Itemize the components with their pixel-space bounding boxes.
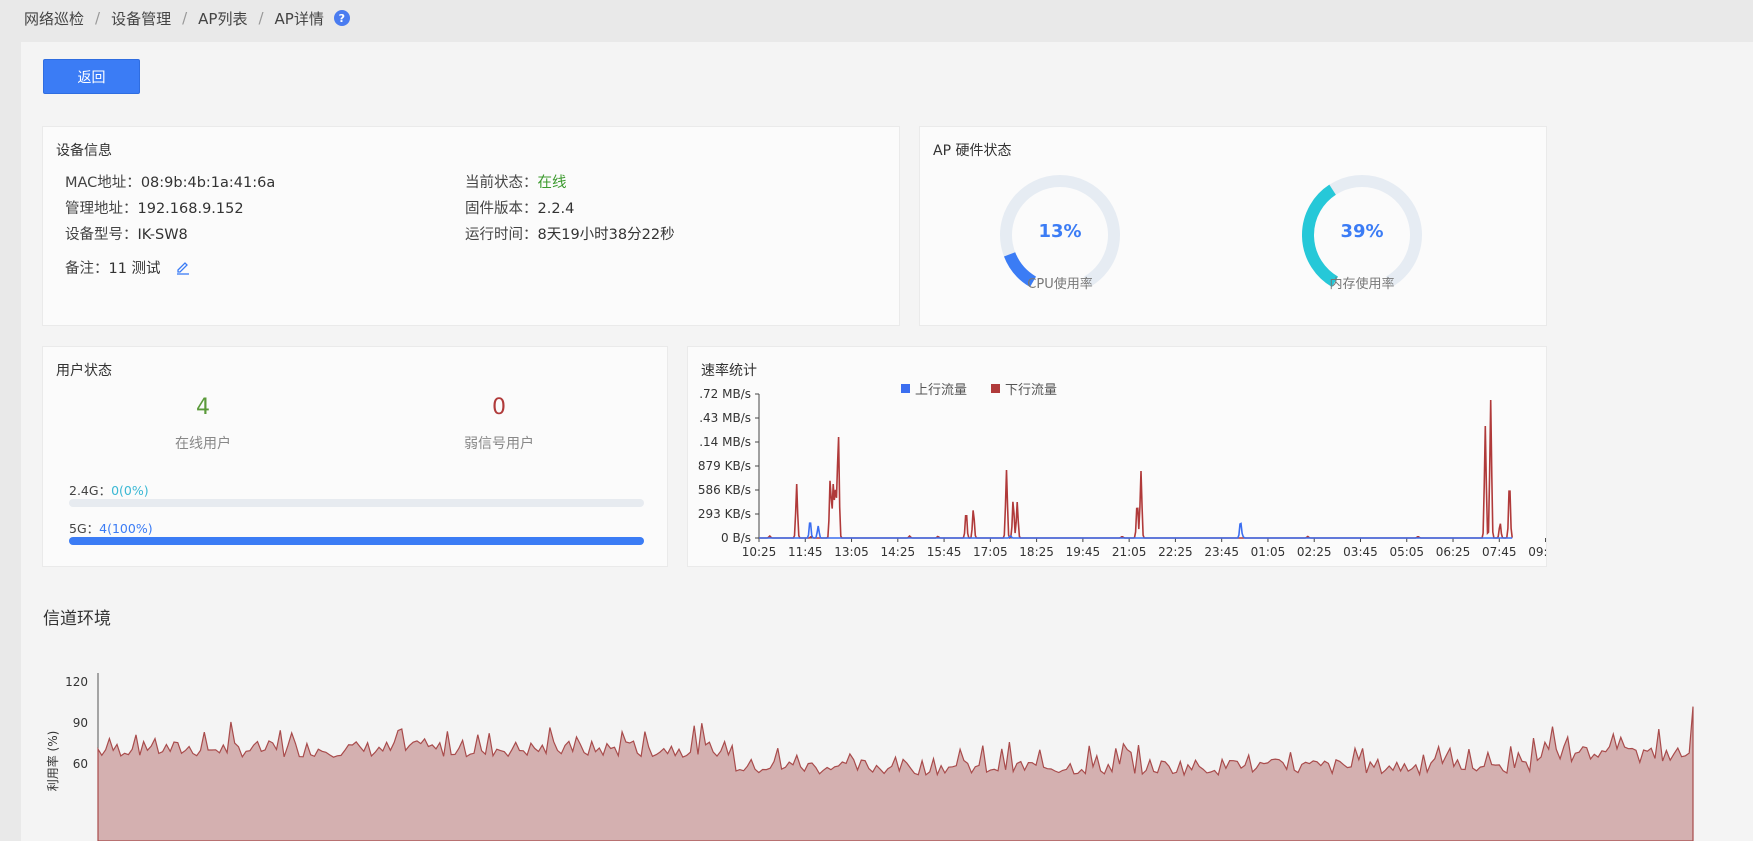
rate-x-tick-label: 14:25 bbox=[881, 545, 916, 559]
hardware-card: AP 硬件状态 13% CPU使用率 39% 内存使用率 bbox=[919, 126, 1547, 326]
rate-y-tick-label: 293 KB/s bbox=[698, 507, 751, 521]
band-5g-label: 5G：4(100%) bbox=[69, 518, 153, 537]
firmware-label: 固件版本： bbox=[465, 201, 538, 217]
rate-x-tick-label: 03:45 bbox=[1343, 545, 1378, 559]
breadcrumb: 网络巡检 / 设备管理 / AP列表 / AP详情 ? bbox=[24, 8, 350, 28]
download-series-line bbox=[759, 399, 1513, 540]
band-24g-label: 2.4G：0(0%) bbox=[69, 480, 149, 499]
mac-label: MAC地址： bbox=[65, 175, 141, 191]
channel-chart: 120 90 60 利用率 (%) bbox=[45, 673, 1694, 841]
mem-gauge: 39% 内存使用率 bbox=[1300, 173, 1424, 297]
rate-y-tick-label: 879 KB/s bbox=[698, 459, 751, 473]
channel-y-label: 利用率 (%) bbox=[45, 731, 60, 792]
cpu-gauge: 13% CPU使用率 bbox=[998, 173, 1122, 297]
rate-y-tick-label: .72 MB/s bbox=[699, 387, 751, 401]
model-value: IK-SW8 bbox=[137, 227, 188, 243]
mgmt-label: 管理地址： bbox=[65, 201, 138, 217]
uptime-row: 运行时间：8天19小时38分22秒 bbox=[465, 223, 675, 244]
band-5g-value: 4(100%) bbox=[99, 521, 153, 536]
channel-y-tick-label: 60 bbox=[73, 757, 88, 771]
mac-row: MAC地址：08:9b:4b:1a:41:6a bbox=[65, 171, 275, 192]
rate-x-tick-label: 05:05 bbox=[1389, 545, 1424, 559]
online-users-label: 在线用户 bbox=[175, 436, 231, 452]
model-label: 设备型号： bbox=[65, 227, 138, 243]
band-24g-name: 2.4G： bbox=[69, 483, 112, 498]
band-5g-bar bbox=[69, 537, 644, 545]
mgmt-row: 管理地址：192.168.9.152 bbox=[65, 197, 244, 218]
firmware-value: 2.2.4 bbox=[537, 201, 575, 217]
channel-title: 信道环境 bbox=[43, 609, 111, 629]
breadcrumb-item-inspection[interactable]: 网络巡检 bbox=[24, 8, 84, 29]
breadcrumb-item-ap-list[interactable]: AP列表 bbox=[198, 8, 247, 29]
band-24g-bar bbox=[69, 499, 644, 507]
rate-y-tick-label: 586 KB/s bbox=[698, 483, 751, 497]
device-info-card: 设备信息 MAC地址：08:9b:4b:1a:41:6a 管理地址：192.16… bbox=[42, 126, 900, 326]
rate-x-tick-label: 21:05 bbox=[1112, 545, 1147, 559]
band-24g-value: 0(0%) bbox=[111, 483, 149, 498]
online-users-count: 4 bbox=[196, 395, 210, 420]
rate-x-tick-label: 02:25 bbox=[1297, 545, 1332, 559]
rate-x-tick-label: 11:45 bbox=[788, 545, 823, 559]
mgmt-value: 192.168.9.152 bbox=[137, 201, 244, 217]
channel-y-tick-label: 90 bbox=[73, 716, 88, 730]
rate-x-tick-label: 09:05 bbox=[1528, 545, 1546, 559]
weak-users-label: 弱信号用户 bbox=[464, 436, 534, 452]
weak-users-count: 0 bbox=[492, 395, 506, 420]
rate-x-tick-label: 01:05 bbox=[1251, 545, 1286, 559]
mem-label: 内存使用率 bbox=[1329, 277, 1395, 292]
uptime-value: 8天19小时38分22秒 bbox=[537, 227, 675, 243]
hardware-title: AP 硬件状态 bbox=[933, 143, 1012, 159]
rate-x-tick-label: 07:45 bbox=[1482, 545, 1517, 559]
cpu-value: 13% bbox=[1038, 221, 1082, 242]
breadcrumb-separator: / bbox=[182, 9, 188, 27]
help-icon[interactable]: ? bbox=[333, 10, 350, 26]
uptime-label: 运行时间： bbox=[465, 227, 538, 243]
note-value: 11 测试 bbox=[108, 261, 161, 277]
mem-value: 39% bbox=[1340, 221, 1384, 242]
rate-x-tick-label: 18:25 bbox=[1019, 545, 1054, 559]
breadcrumb-separator: / bbox=[95, 9, 101, 27]
cpu-label: CPU使用率 bbox=[1027, 277, 1093, 292]
device-info-title: 设备信息 bbox=[56, 143, 112, 159]
band-5g-bar-fill bbox=[69, 537, 644, 545]
user-status-card: 用户状态 4 在线用户 0 弱信号用户 2.4G：0(0%) 5G：4(100%… bbox=[42, 346, 668, 567]
mac-value: 08:9b:4b:1a:41:6a bbox=[140, 175, 276, 191]
status-row: 当前状态：在线 bbox=[465, 171, 567, 192]
rate-card: 速率统计 上行流量 下行流量 .72 MB/s .43 MB/s .14 MB/s 8… bbox=[687, 346, 1547, 567]
channel-utilization-area bbox=[97, 706, 1694, 841]
rate-x-tick-label: 10:25 bbox=[742, 545, 777, 559]
breadcrumb-item-ap-detail: AP详情 bbox=[274, 9, 324, 28]
status-value: 在线 bbox=[537, 175, 567, 191]
note-row: 备注：11 测试 bbox=[65, 257, 191, 279]
rate-y-tick-label: .43 MB/s bbox=[699, 411, 751, 425]
breadcrumb-separator: / bbox=[258, 9, 264, 27]
user-status-title: 用户状态 bbox=[56, 363, 112, 379]
breadcrumb-item-device-mgmt[interactable]: 设备管理 bbox=[111, 8, 171, 29]
rate-x-tick-label: 06:25 bbox=[1436, 545, 1471, 559]
status-label: 当前状态： bbox=[465, 175, 538, 191]
rate-x-tick-label: 22:25 bbox=[1158, 545, 1193, 559]
channel-y-tick-label: 120 bbox=[65, 675, 88, 689]
model-row: 设备型号：IK-SW8 bbox=[65, 223, 188, 244]
rate-x-tick-label: 15:45 bbox=[927, 545, 962, 559]
rate-x-tick-label: 17:05 bbox=[973, 545, 1008, 559]
rate-x-tick-label: 23:45 bbox=[1204, 545, 1239, 559]
band-5g-name: 5G： bbox=[69, 521, 100, 536]
firmware-row: 固件版本：2.2.4 bbox=[465, 197, 574, 218]
rate-x-tick-label: 13:05 bbox=[834, 545, 869, 559]
back-button[interactable]: 返回 bbox=[43, 59, 140, 94]
rate-x-tick-label: 19:45 bbox=[1066, 545, 1101, 559]
edit-icon[interactable] bbox=[175, 259, 191, 279]
rate-chart: .72 MB/s .43 MB/s .14 MB/s 879 KB/s 586 KB/s… bbox=[698, 387, 1546, 559]
main-content: 返回 设备信息 MAC地址：08:9b:4b:1a:41:6a 管理地址：192… bbox=[21, 42, 1753, 841]
rate-y-tick-label: 0 B/s bbox=[721, 531, 751, 545]
rate-y-tick-label: .14 MB/s bbox=[699, 435, 751, 449]
note-label: 备注： bbox=[65, 261, 109, 277]
